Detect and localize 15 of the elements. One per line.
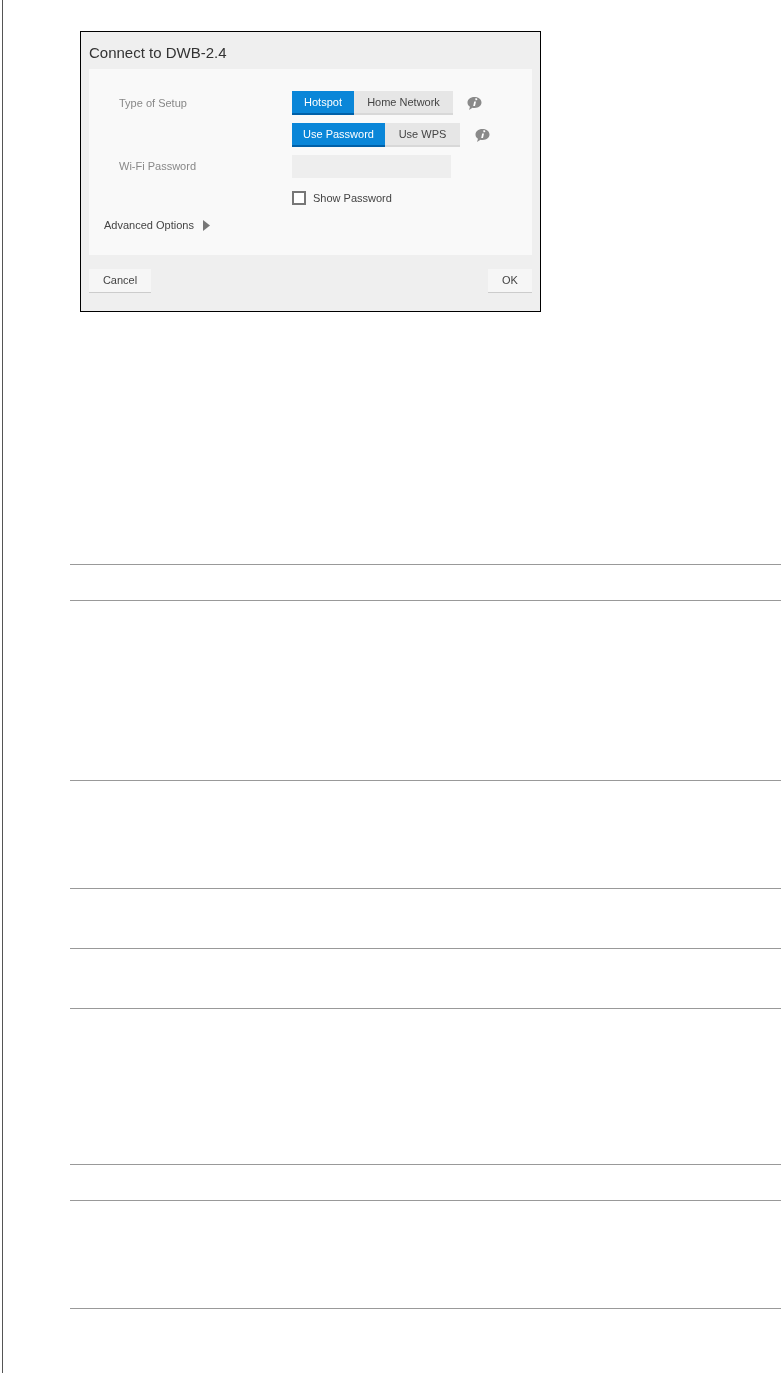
checkbox-label: Show Password — [313, 190, 392, 206]
segment-tab[interactable]: Hotspot — [292, 91, 354, 115]
ok-button[interactable]: OK — [488, 269, 532, 293]
field-label: Wi-Fi Password — [119, 158, 197, 174]
segment-tab[interactable]: Use WPS — [385, 123, 460, 147]
info-icon[interactable] — [466, 95, 483, 111]
checkbox[interactable] — [292, 191, 306, 205]
advanced-options-toggle[interactable]: Advanced Options — [104, 217, 210, 233]
segment-tab[interactable]: Use Password — [292, 123, 385, 147]
field-label: Type of Setup — [119, 95, 188, 111]
dialog-title: Connect to DWB-2.4 — [89, 44, 227, 63]
cancel-button[interactable]: Cancel — [89, 269, 151, 293]
caret-icon — [202, 219, 210, 231]
info-icon[interactable] — [474, 127, 491, 143]
segment-tab[interactable]: Home Network — [354, 91, 453, 115]
